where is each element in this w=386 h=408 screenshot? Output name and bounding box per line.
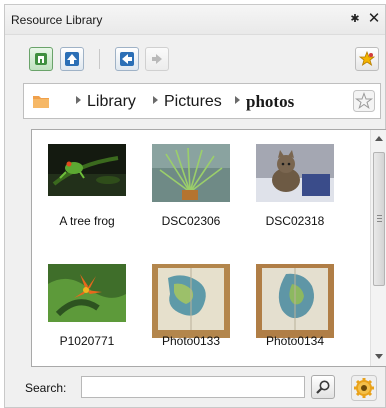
toolbar-separator xyxy=(99,49,100,69)
scroll-up-icon[interactable] xyxy=(375,136,383,141)
folder-icon[interactable] xyxy=(32,93,50,109)
forward-arrow-icon xyxy=(152,54,162,64)
grip-line xyxy=(377,221,382,222)
favorite-icon xyxy=(359,51,375,66)
bookmark-star-icon[interactable] xyxy=(353,90,375,112)
grip-line xyxy=(377,215,382,216)
home-icon xyxy=(35,53,47,65)
settings-gear-icon[interactable] xyxy=(351,375,377,401)
chevron-right-icon[interactable] xyxy=(76,96,81,104)
vertical-scrollbar[interactable] xyxy=(370,130,386,366)
back-button[interactable] xyxy=(115,47,139,71)
item-label: DSC02306 xyxy=(161,214,221,228)
thumbnail-image xyxy=(256,144,334,204)
chevron-right-icon[interactable] xyxy=(153,96,158,104)
thumbnail-image xyxy=(152,264,230,338)
potted-plant-image xyxy=(152,144,230,202)
gallery-item[interactable]: Photo0134 xyxy=(250,252,340,356)
breadcrumb-library[interactable]: Library xyxy=(87,93,136,111)
thumbnail-image xyxy=(48,144,126,204)
search-bar: Search: xyxy=(5,375,385,401)
forward-button[interactable] xyxy=(145,47,169,71)
item-label: DSC02318 xyxy=(265,214,325,228)
close-icon[interactable]: ✕ xyxy=(366,11,382,27)
tree-frog-image xyxy=(48,144,126,196)
search-label: Search: xyxy=(25,381,67,395)
map-photo-image xyxy=(152,264,230,338)
search-button[interactable] xyxy=(311,375,335,399)
up-button[interactable] xyxy=(60,47,84,71)
chevron-right-icon[interactable] xyxy=(235,96,240,104)
resource-library-panel: Resource Library ✱ ✕ Library Pictures ph… xyxy=(4,4,386,408)
panel-title: Resource Library xyxy=(11,13,103,27)
breadcrumb: Library Pictures photos xyxy=(23,83,381,119)
thumbnail-image xyxy=(256,264,334,338)
gallery-item[interactable]: P1020771 xyxy=(42,252,132,356)
item-label: Photo0133 xyxy=(161,334,221,348)
thumbnail-image xyxy=(48,264,126,324)
up-arrow-icon xyxy=(65,52,79,66)
breadcrumb-photos: photos xyxy=(246,92,295,111)
favorites-button[interactable] xyxy=(355,47,379,71)
scroll-thumb[interactable] xyxy=(373,152,385,286)
scroll-down-icon[interactable] xyxy=(375,354,383,359)
home-button[interactable] xyxy=(29,47,53,71)
back-arrow-icon xyxy=(120,52,134,66)
gallery-item[interactable]: DSC02318 xyxy=(250,132,340,236)
pin-icon[interactable]: ✱ xyxy=(347,11,363,27)
item-label: A tree frog xyxy=(59,214,115,228)
gallery-item[interactable]: Photo0133 xyxy=(146,252,236,356)
breadcrumb-pictures[interactable]: Pictures xyxy=(164,93,222,111)
search-icon xyxy=(316,380,330,394)
thumbnail-gallery: A tree frog DSC02306 DSC02318 P1020771 P… xyxy=(31,129,386,367)
thumbnail-image xyxy=(152,144,230,204)
cat-image xyxy=(256,144,334,202)
gallery-item[interactable]: DSC02306 xyxy=(146,132,236,236)
search-input[interactable] xyxy=(81,376,305,398)
item-label: Photo0134 xyxy=(265,334,325,348)
map-photo-image xyxy=(256,264,334,338)
title-bar: Resource Library ✱ ✕ xyxy=(5,5,385,35)
item-label: P1020771 xyxy=(59,334,115,348)
navigation-toolbar xyxy=(5,47,385,75)
gallery-item[interactable]: A tree frog xyxy=(42,132,132,236)
orange-flower-image xyxy=(48,264,126,322)
grip-line xyxy=(377,218,382,219)
